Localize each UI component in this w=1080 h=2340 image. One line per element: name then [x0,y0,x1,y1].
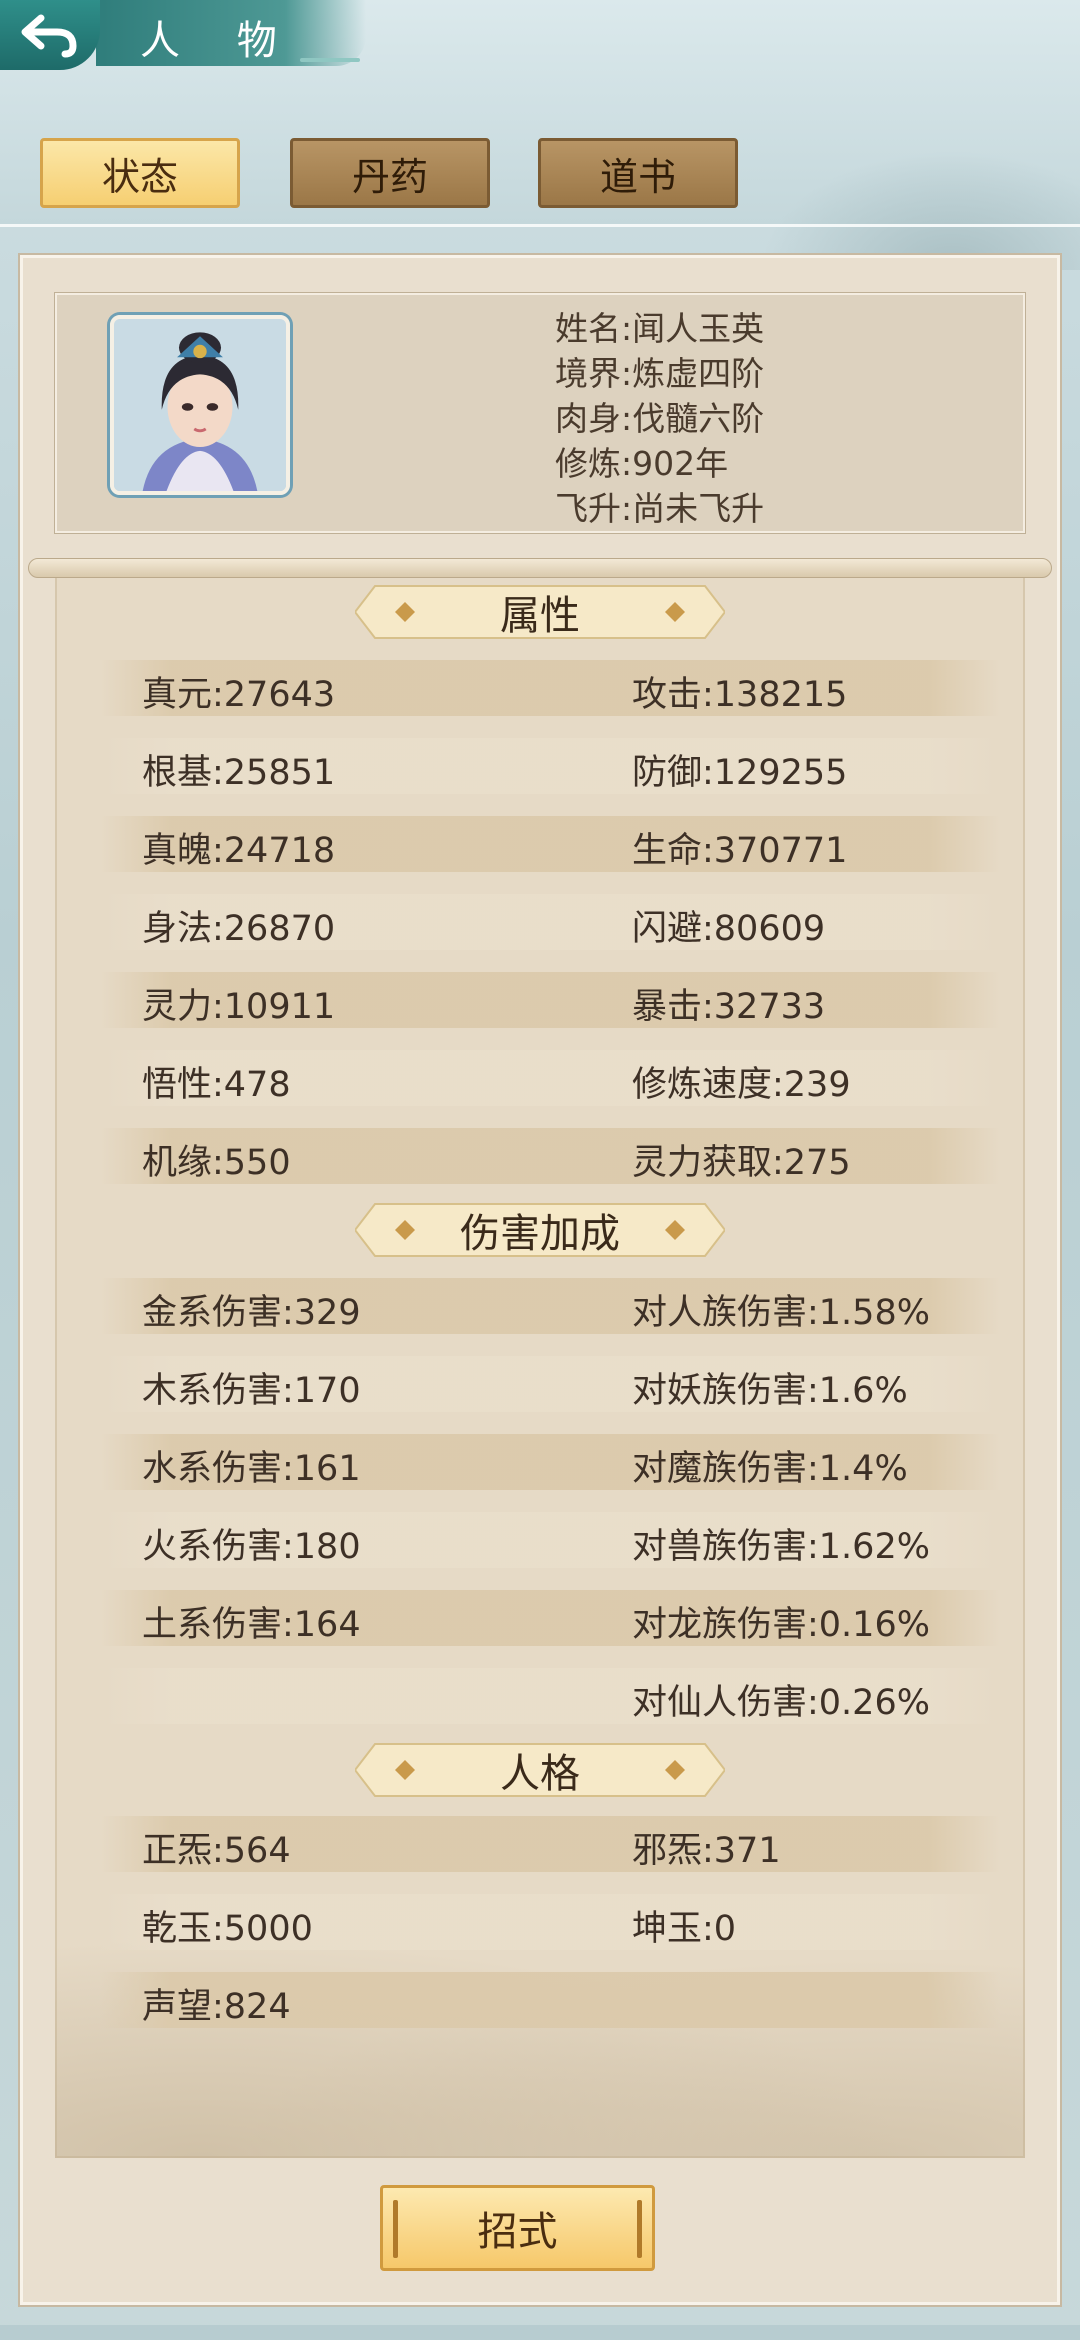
stat-attack: 攻击:138215 [632,675,848,715]
character-portrait-icon [114,319,286,491]
dmg-vs-dragon: 对龙族伤害:0.16% [632,1605,930,1645]
stat-life: 生命:370771 [632,831,848,871]
tab-daoshu[interactable]: 道书 [538,138,738,208]
dmg-vs-immortal: 对仙人伤害:0.26% [632,1683,930,1723]
dmg-vs-human: 对人族伤害:1.58% [632,1293,930,1333]
stat-zhenpo: 真魄:24718 [142,831,336,871]
tab-status[interactable]: 状态 [40,138,240,208]
stat-defense: 防御:129255 [632,753,848,793]
dmg-water: 水系伤害:161 [142,1449,361,1489]
section-title-attributes: 属性 [500,593,580,639]
header-divider [0,224,1080,227]
persona-qianyu: 乾玉:5000 [142,1909,313,1949]
info-ascension: 飞升:尚未飞升 [555,489,765,528]
info-realm: 境界:炼虚四阶 [555,354,765,393]
back-button[interactable] [0,0,100,70]
section-header-attributes: 属性 [355,582,725,642]
stat-shenfa: 身法:26870 [142,909,336,949]
section-header-personality: 人格 [355,1740,725,1800]
section-header-damage: 伤害加成 [355,1200,725,1260]
info-name: 姓名:闻人玉英 [555,309,765,348]
persona-zhengqi: 正炁:564 [142,1831,291,1871]
stat-wuxing: 悟性:478 [142,1065,291,1105]
dmg-fire: 火系伤害:180 [142,1527,361,1567]
skills-button[interactable]: 招式 [380,2185,655,2271]
dmg-earth: 土系伤害:164 [142,1605,361,1645]
stat-crit: 暴击:32733 [632,987,826,1027]
stat-lingli: 灵力:10911 [142,987,336,1027]
stat-jiyuan: 机缘:550 [142,1143,291,1183]
dmg-wood: 木系伤害:170 [142,1371,361,1411]
info-cultivation: 修炼:902年 [555,444,729,483]
persona-kunyu: 坤玉:0 [632,1909,737,1949]
stat-dodge: 闪避:80609 [632,909,826,949]
dmg-metal: 金系伤害:329 [142,1293,361,1333]
dmg-vs-demon: 对妖族伤害:1.6% [632,1371,908,1411]
scroll-rod [28,558,1052,578]
dmg-vs-devil: 对魔族伤害:1.4% [632,1449,908,1489]
section-title-personality: 人格 [500,1751,580,1797]
info-body: 肉身:伐髓六阶 [555,399,765,438]
skills-button-label: 招式 [477,2209,558,2255]
stat-lingli-gain: 灵力获取:275 [632,1143,851,1183]
bottom-edge [0,2325,1080,2340]
back-arrow-icon [21,14,77,58]
avatar[interactable] [110,315,290,495]
button-ornament-left [393,2200,398,2258]
button-ornament-right [637,2200,642,2258]
persona-reputation: 声望:824 [142,1987,291,2027]
section-title-damage: 伤害加成 [460,1211,620,1257]
tab-pills[interactable]: 丹药 [290,138,490,208]
stat-cultivation-speed: 修炼速度:239 [632,1065,851,1105]
title-ornament [300,58,360,62]
page-title: 人 物 [140,18,299,64]
stat-zhenyuan: 真元:27643 [142,675,336,715]
persona-xieqi: 邪炁:371 [632,1831,781,1871]
stat-genji: 根基:25851 [142,753,336,793]
dmg-vs-beast: 对兽族伤害:1.62% [632,1527,930,1567]
mountain-decoration [760,150,1080,270]
